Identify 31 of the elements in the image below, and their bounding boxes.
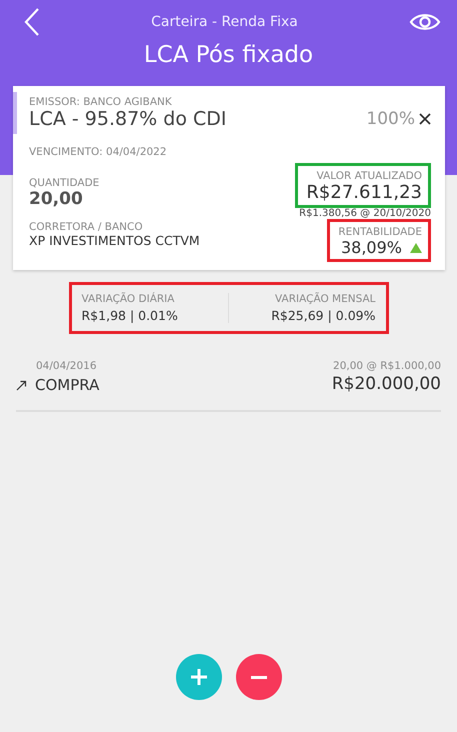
return-label: RENTABILIDADE: [338, 226, 422, 238]
asset-name: LCA - 95.87% do CDI: [29, 108, 226, 130]
variation-label: VARIAÇÃO MENSAL: [275, 293, 376, 305]
variation-value: R$25,69 | 0.09%: [271, 308, 376, 323]
variation-value: R$1,98 | 0.01%: [82, 308, 178, 323]
quantity-value: 20,00: [29, 189, 83, 209]
remove-button[interactable]: [236, 654, 282, 700]
back-icon[interactable]: [24, 7, 40, 37]
close-icon[interactable]: [419, 113, 431, 125]
quantity-label: QUANTIDADE: [29, 177, 100, 189]
minus-icon: [250, 676, 268, 678]
broker-label: CORRETORA / BANCO: [29, 221, 143, 233]
variation-label: VARIAÇÃO DIÁRIA: [82, 293, 174, 305]
allocation-percent: 100%: [366, 109, 415, 129]
transaction-detail: 20,00 @ R$1.000,00: [333, 360, 441, 372]
current-value-label: VALOR ATUALIZADO: [316, 170, 422, 182]
transaction-type: COMPRA: [35, 376, 100, 394]
transaction-amount: R$20.000,00: [332, 374, 441, 394]
issuer-label: EMISSOR: BANCO AGIBANK: [29, 96, 173, 108]
plus-icon: [190, 668, 208, 686]
arrow-icon: [16, 380, 27, 390]
broker-name: XP INVESTIMENTOS CCTVM: [29, 233, 200, 248]
accent-bar: [13, 92, 17, 134]
unit-price: R$1.380,56 @ 20/10/2020: [299, 208, 431, 219]
screen-title: LCA Pós fixado: [144, 42, 314, 68]
eye-icon[interactable]: [409, 12, 441, 32]
maturity-date: VENCIMENTO: 04/04/2022: [29, 146, 167, 158]
current-value: R$27.611,23: [306, 182, 422, 203]
transaction-date: 04/04/2016: [36, 360, 97, 372]
screen-subtitle: Carteira - Renda Fixa: [151, 14, 298, 30]
return-value: 38,09%: [340, 238, 402, 257]
